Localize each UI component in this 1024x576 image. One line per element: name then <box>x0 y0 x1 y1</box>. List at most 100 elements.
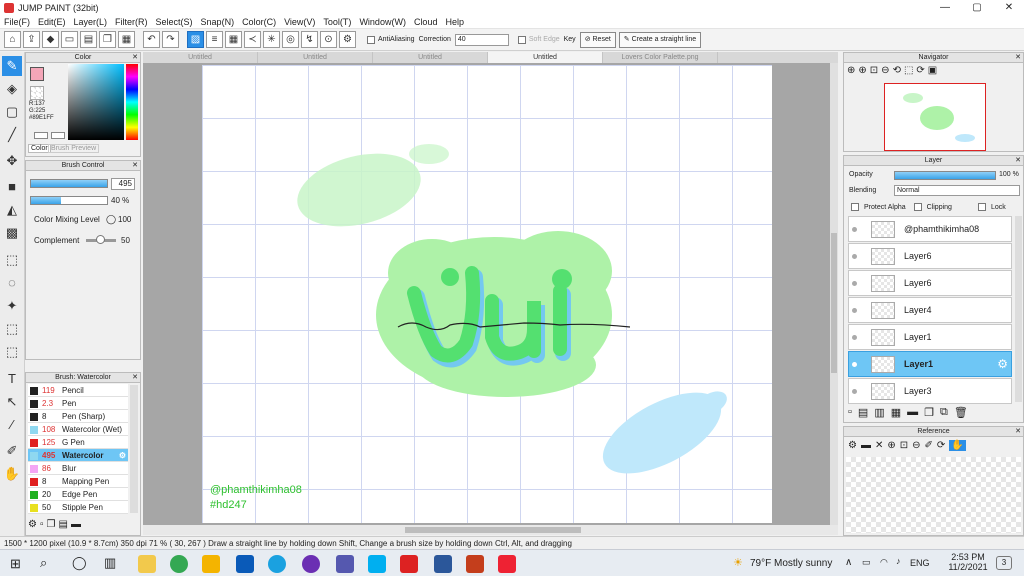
menu-window[interactable]: Window(W) <box>355 17 410 27</box>
visibility-icon[interactable] <box>852 335 857 340</box>
select-eraser-tool-icon[interactable]: ⬚ <box>2 342 22 362</box>
color-mode-button[interactable] <box>34 132 48 139</box>
brush-item[interactable]: 50 Stipple Pen <box>28 501 128 514</box>
merge-layer-icon[interactable]: ⧉ <box>940 406 948 419</box>
reference-close-icon[interactable]: ✕ <box>875 440 883 451</box>
snap-off-icon[interactable]: ▨ <box>187 31 204 48</box>
pinned-app-icon[interactable] <box>498 555 516 573</box>
clipping-checkbox[interactable] <box>913 203 922 211</box>
brush-add-icon[interactable]: ▫ <box>40 519 44 530</box>
reference-hand-icon[interactable]: ✋ <box>949 440 966 451</box>
word-icon[interactable] <box>434 555 452 573</box>
main-color-swatch[interactable] <box>30 67 44 81</box>
canvas-vertical-scrollbar[interactable] <box>830 63 838 525</box>
navigator-preview[interactable] <box>884 83 986 151</box>
reference-canvas[interactable] <box>846 457 1021 533</box>
home-icon[interactable]: ⌂ <box>4 31 21 48</box>
wifi-icon[interactable]: ◠ <box>880 557 888 568</box>
minimize-button[interactable]: — <box>930 0 960 15</box>
reference-open-icon[interactable]: ▬ <box>861 440 871 451</box>
windows-start-icon[interactable]: ⊞ <box>10 556 21 572</box>
brush-copy-icon[interactable]: ❐ <box>47 519 56 530</box>
layer-row[interactable]: Layer4 <box>848 297 1012 323</box>
color-mode-button-2[interactable] <box>51 132 65 139</box>
zoom-actual-icon[interactable]: ⊡ <box>870 65 878 76</box>
menu-cloud[interactable]: Cloud <box>410 17 442 27</box>
snap-parallel-icon[interactable]: ≡ <box>206 31 223 48</box>
gear-icon[interactable]: ⚙ <box>119 449 126 462</box>
export-icon[interactable]: ⇪ <box>23 31 40 48</box>
select-rect-tool-icon[interactable]: ⬚ <box>2 250 22 270</box>
store-icon[interactable] <box>138 555 156 573</box>
brush-item-selected[interactable]: 495 Watercolor ⚙ <box>28 449 128 462</box>
reference-actual-icon[interactable]: ⊡ <box>900 440 908 451</box>
zoom-out-icon[interactable]: ⊖ <box>881 65 889 76</box>
bucket-tool-icon[interactable]: ◭ <box>2 200 22 220</box>
panel-close-icon[interactable]: ✕ <box>132 161 138 171</box>
saturation-picker[interactable] <box>68 64 124 140</box>
menu-filter[interactable]: Filter(R) <box>111 17 152 27</box>
visibility-icon[interactable] <box>852 254 857 259</box>
lock-checkbox[interactable] <box>977 203 986 211</box>
brush-settings-icon[interactable]: ⚙ <box>28 519 37 530</box>
menu-edit[interactable]: Edit(E) <box>34 17 70 27</box>
panel-close-icon[interactable]: ✕ <box>1015 427 1021 437</box>
weather-text[interactable]: 79°F Mostly sunny <box>750 558 832 569</box>
redo-icon[interactable]: ↷ <box>162 31 179 48</box>
antialiasing-checkbox[interactable] <box>367 35 375 44</box>
rotate-left-icon[interactable]: ⟲ <box>893 65 901 76</box>
tab-document-1[interactable]: Untitled <box>143 52 258 63</box>
layer-row-selected[interactable]: Layer1 ⚙ <box>848 351 1012 377</box>
correction-input[interactable]: 40 <box>454 33 509 46</box>
menu-view[interactable]: View(V) <box>280 17 319 27</box>
layer-row[interactable]: Layer6 <box>848 243 1012 269</box>
brush-list-scrollbar[interactable] <box>130 385 138 513</box>
weather-icon[interactable]: ☀ <box>733 556 743 569</box>
visibility-icon[interactable] <box>852 389 857 394</box>
brush-opacity-slider[interactable] <box>30 196 108 205</box>
navigator-settings-icon[interactable]: ▣ <box>928 65 937 76</box>
powerpoint-icon[interactable] <box>466 555 484 573</box>
complement-slider-thumb[interactable] <box>96 235 105 244</box>
maximize-button[interactable]: ▢ <box>962 0 992 15</box>
volume-icon[interactable]: ♪ <box>896 556 901 566</box>
straight-line-button[interactable]: ✎ Create a straight line <box>618 31 702 48</box>
snap-settings-icon[interactable]: ⚙ <box>339 31 356 48</box>
brush-size-value[interactable]: 495 <box>111 178 135 190</box>
flip-icon[interactable]: ⬚ <box>904 65 913 76</box>
delete-layer-icon[interactable]: 🗑 <box>954 406 968 419</box>
vertical-scroll-thumb[interactable] <box>831 233 837 373</box>
visibility-icon[interactable] <box>852 308 857 313</box>
brush-folder-icon[interactable]: ▬ <box>71 519 81 530</box>
rectangle-tool-icon[interactable]: ▢ <box>2 102 22 122</box>
text-tool-icon[interactable]: T <box>2 369 22 389</box>
close-button[interactable]: ✕ <box>994 0 1024 15</box>
brush-size-slider[interactable] <box>30 179 108 188</box>
protect-alpha-checkbox[interactable] <box>851 203 859 211</box>
brush-file-icon[interactable]: ▤ <box>58 519 67 530</box>
layer-row[interactable]: @phamthikimha08 <box>848 216 1012 242</box>
add-layer-menu-icon[interactable]: ▦ <box>891 406 901 419</box>
move-tool-icon[interactable]: ✥ <box>2 151 22 171</box>
visibility-icon[interactable] <box>852 281 857 286</box>
brush-item[interactable]: 108 Watercolor (Wet) <box>28 423 128 436</box>
edge-icon[interactable] <box>268 555 286 573</box>
visibility-icon[interactable] <box>852 362 857 367</box>
reset-button[interactable]: ⊘ Reset <box>579 31 616 48</box>
sub-color-swatch[interactable] <box>30 86 44 100</box>
search-icon[interactable]: ⌕ <box>40 555 47 571</box>
pen-tool-icon[interactable]: ✎ <box>2 56 22 76</box>
brush-item[interactable]: 2.3 Pen <box>28 397 128 410</box>
brush-item[interactable]: 125 G Pen <box>28 436 128 449</box>
task-view-icon[interactable]: ◯ <box>72 555 87 571</box>
layer-opacity-slider[interactable] <box>894 171 996 180</box>
line-tool-icon[interactable]: ╱ <box>2 125 22 145</box>
skype-icon[interactable] <box>368 555 386 573</box>
new-layer-8bit-icon[interactable]: ▤ <box>858 406 868 419</box>
new-layer-icon[interactable]: ▫ <box>848 406 852 419</box>
layer-row[interactable]: Layer3 <box>848 378 1012 404</box>
file-explorer-icon[interactable] <box>202 555 220 573</box>
widgets-icon[interactable]: ▥ <box>104 555 116 571</box>
dropper-tool-icon[interactable]: ⁄ <box>2 415 22 435</box>
notification-badge[interactable]: 3 <box>996 556 1012 570</box>
